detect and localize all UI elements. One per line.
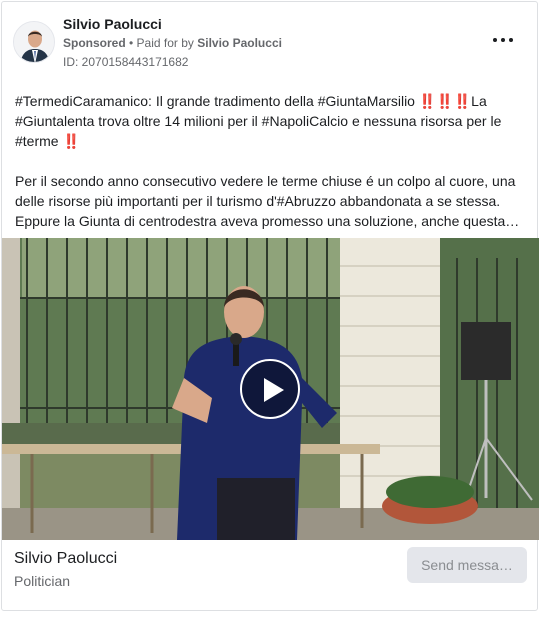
- play-icon[interactable]: [240, 359, 300, 419]
- ad-card: Silvio Paolucci Sponsored • Paid for by …: [1, 1, 539, 612]
- sponsored-line: Sponsored • Paid for by Silvio Paolucci: [63, 36, 282, 50]
- ad-paragraph-1: #TermediCaramanico: Il grande tradimento…: [15, 93, 502, 149]
- ad-paragraph-2: Per il secondo anno consecutivo vedere l…: [15, 171, 527, 231]
- ad-footer: Silvio Paolucci Politician Send messa…: [2, 540, 537, 612]
- page-avatar[interactable]: [13, 21, 55, 63]
- ad-body-text: #TermediCaramanico: Il grande tradimento…: [15, 91, 527, 231]
- more-dot: [509, 38, 513, 42]
- ad-paragraph-2-line: Eppure la Giunta di centrodestra aveva p…: [15, 213, 520, 229]
- footer-page-name[interactable]: Silvio Paolucci: [14, 550, 117, 568]
- more-dot: [493, 38, 497, 42]
- post-header: Silvio Paolucci Sponsored • Paid for by …: [2, 2, 537, 77]
- avatar-portrait: [14, 22, 54, 62]
- ad-paragraph-2-line: Per il secondo anno consecutivo vedere l…: [15, 173, 516, 189]
- paid-for-prefix: • Paid for by: [125, 36, 198, 50]
- sponsored-label: Sponsored: [63, 36, 126, 50]
- ad-video[interactable]: [2, 238, 539, 540]
- ad-paragraph-2-line: delle risorse più importanti per il turi…: [15, 193, 501, 209]
- page-name[interactable]: Silvio Paolucci: [63, 16, 162, 32]
- more-dot: [501, 38, 505, 42]
- send-message-button[interactable]: Send messa…: [407, 547, 527, 583]
- payer-name: Silvio Paolucci: [197, 36, 282, 50]
- more-horizontal-icon[interactable]: [493, 32, 513, 48]
- ad-id: ID: 2070158443171682: [63, 55, 189, 69]
- footer-page-category: Politician: [14, 573, 71, 589]
